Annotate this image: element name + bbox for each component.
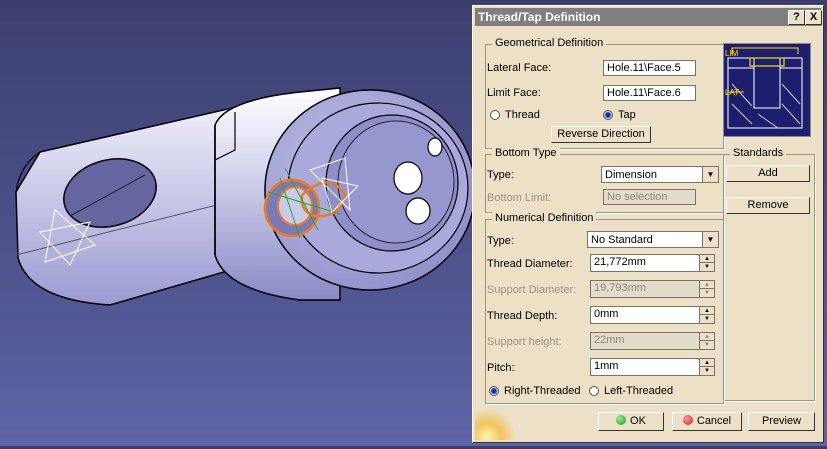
thread-diameter-spinner[interactable]: ▲ ▼ — [699, 255, 714, 271]
thread-diameter-label: Thread Diameter: — [487, 258, 573, 270]
add-standard-button[interactable]: Add — [726, 165, 810, 182]
bottom-limit-label: Bottom Limit: — [487, 192, 552, 204]
part-model[interactable] — [0, 0, 476, 446]
limit-face-label: Limit Face: — [487, 87, 541, 99]
support-height-label: Support height: — [487, 336, 562, 348]
support-height-spinner[interactable]: ▲ ▼ — [699, 333, 714, 349]
pitch-value: 1mm — [594, 360, 619, 372]
thread-depth-value: 0mm — [594, 308, 619, 320]
thread-diameter-value: 21,772mm — [594, 256, 646, 268]
dialog-title: Thread/Tap Definition — [478, 10, 601, 24]
3d-viewport[interactable] — [0, 0, 476, 446]
chevron-down-icon[interactable]: ▼ — [702, 232, 718, 247]
ok-label: OK — [630, 415, 646, 427]
group-title: Geometrical Definition — [492, 37, 607, 49]
chevron-down-icon[interactable]: ▼ — [702, 167, 718, 182]
close-button[interactable]: X — [805, 10, 822, 25]
thread-preview-image: LIM LAT — [723, 43, 811, 137]
preview-button[interactable]: Preview — [748, 412, 815, 431]
support-height-value: 22mm — [594, 334, 625, 346]
thread-depth-label: Thread Depth: — [487, 310, 558, 322]
thread-depth-spinner[interactable]: ▲ ▼ — [699, 307, 714, 323]
thread-tap-dialog: Thread/Tap Definition ? X Geometrical De… — [472, 5, 824, 443]
lateral-face-label: Lateral Face: — [487, 62, 552, 74]
cancel-icon — [682, 415, 693, 425]
group-title: Standards — [730, 147, 787, 159]
thread-label: Thread — [505, 109, 540, 121]
bottom-type-label: Type: — [487, 169, 514, 181]
tap-label: Tap — [618, 109, 636, 121]
numerical-definition-group: Numerical Definition Type: No Standard ▼… — [485, 212, 724, 404]
support-diameter-value: 19,793mm — [594, 282, 646, 294]
bottom-limit-field[interactable]: No selection — [603, 189, 696, 205]
pitch-label: Pitch: — [487, 362, 515, 374]
left-threaded-label: Left-Threaded — [604, 385, 674, 397]
cancel-button[interactable]: Cancel — [672, 412, 742, 431]
reverse-direction-button[interactable]: Reverse Direction — [551, 126, 651, 143]
bottom-type-value: Dimension — [605, 169, 657, 181]
tap-radio[interactable] — [603, 110, 613, 120]
thread-radio[interactable] — [490, 110, 500, 120]
preview-lim-label: LIM — [725, 49, 739, 58]
pitch-field[interactable]: 1mm ▲ ▼ — [590, 358, 715, 376]
group-title: Bottom Type — [492, 147, 560, 159]
right-threaded-label: Right-Threaded — [504, 385, 581, 397]
support-diameter-field[interactable]: 19,793mm ▲ ▼ — [590, 280, 715, 298]
geometrical-definition-group: Geometrical Definition Lateral Face: Hol… — [485, 37, 724, 149]
pitch-spinner[interactable]: ▲ ▼ — [699, 359, 714, 375]
numerical-type-label: Type: — [487, 235, 514, 247]
catia-logo-icon — [475, 408, 515, 440]
ok-icon — [616, 415, 627, 425]
group-title: Numerical Definition — [492, 212, 597, 224]
bottom-type-select[interactable]: Dimension ▼ — [601, 166, 719, 183]
support-height-field[interactable]: 22mm ▲ ▼ — [590, 332, 715, 350]
lateral-face-field[interactable]: Hole.11\Face.5 — [603, 60, 696, 76]
left-threaded-radio[interactable] — [589, 386, 599, 396]
numerical-type-select[interactable]: No Standard ▼ — [587, 231, 719, 248]
help-button[interactable]: ? — [788, 10, 805, 25]
numerical-type-value: No Standard — [591, 234, 653, 246]
ok-button[interactable]: OK — [598, 412, 664, 431]
thread-depth-field[interactable]: 0mm ▲ ▼ — [590, 306, 715, 324]
support-diameter-label: Support Diameter: — [487, 284, 577, 296]
dialog-titlebar[interactable]: Thread/Tap Definition ? X — [475, 8, 822, 26]
support-diameter-spinner[interactable]: ▲ ▼ — [699, 281, 714, 297]
preview-lat-label: LAT — [725, 88, 739, 97]
remove-standard-button[interactable]: Remove — [726, 197, 810, 214]
right-threaded-radio[interactable] — [489, 386, 499, 396]
bottom-type-group: Bottom Type Type: Dimension ▼ Bottom Lim… — [485, 147, 724, 213]
thread-diameter-field[interactable]: 21,772mm ▲ ▼ — [590, 254, 715, 272]
standards-group: Standards Add Remove — [723, 147, 815, 401]
cancel-label: Cancel — [696, 415, 732, 427]
limit-face-field[interactable]: Hole.11\Face.6 — [603, 85, 696, 101]
